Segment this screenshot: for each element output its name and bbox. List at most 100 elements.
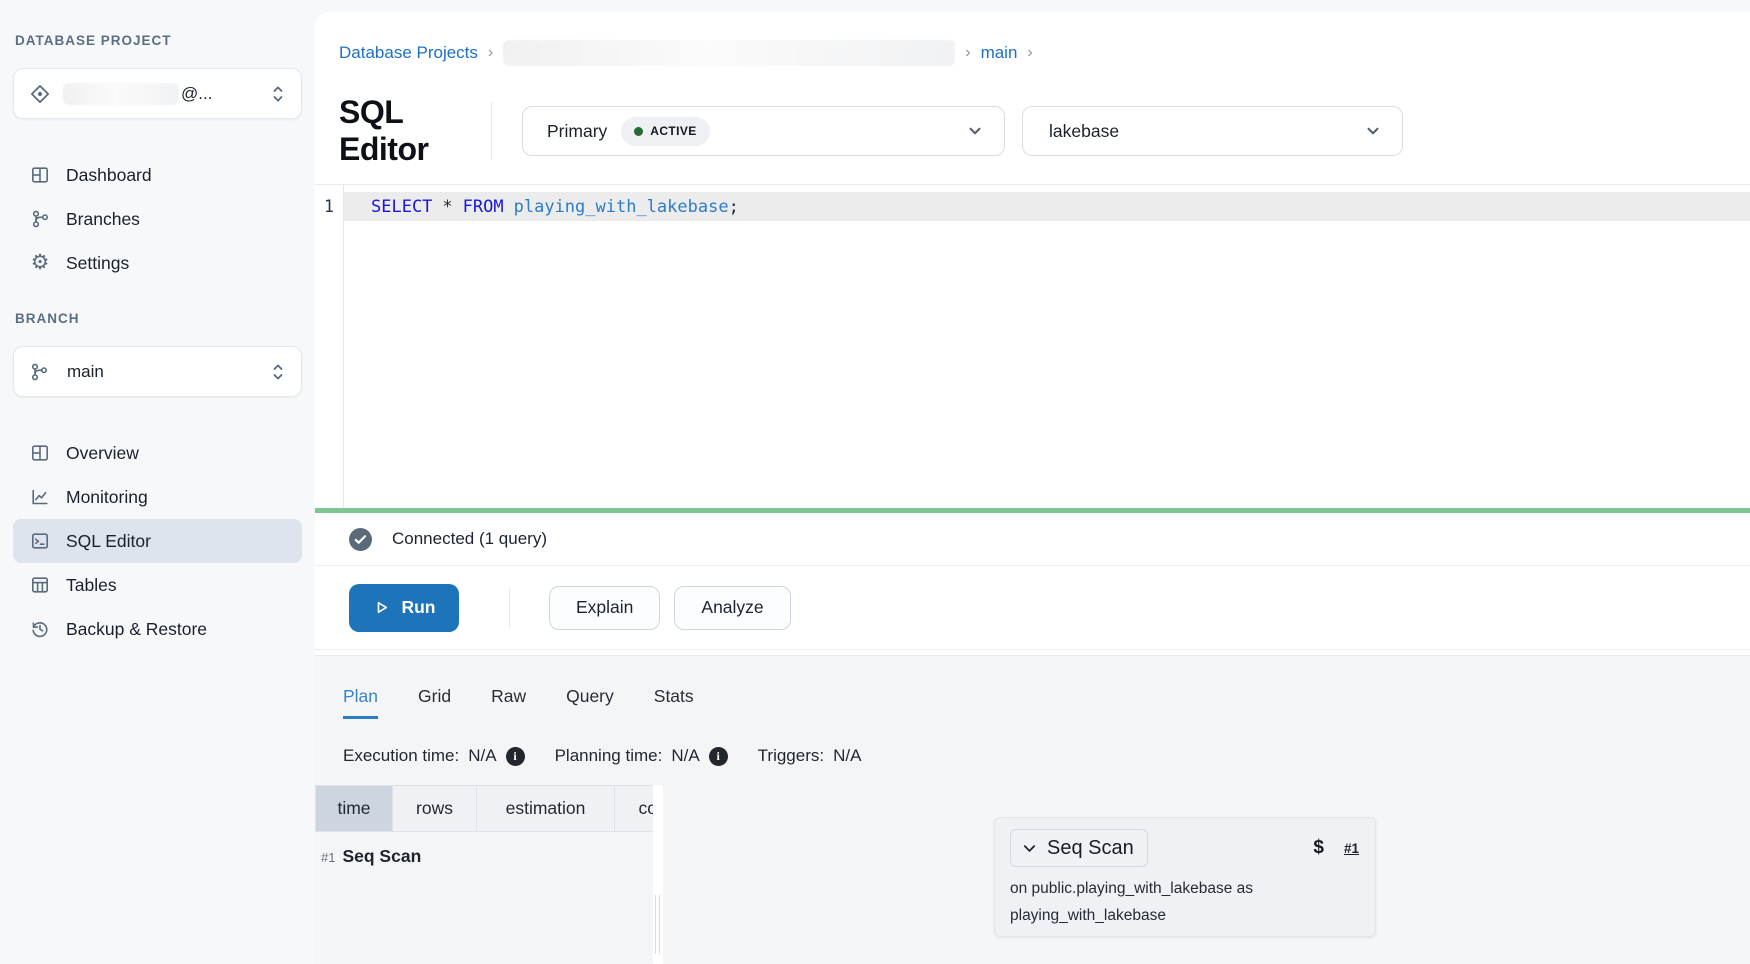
connection-status-text: Connected (1 query) (392, 529, 547, 549)
run-button[interactable]: Run (349, 584, 459, 632)
column-header-estimation[interactable]: estimation (477, 785, 615, 832)
results-panel: Plan Grid Raw Query Stats Execution time… (315, 655, 1750, 964)
analyze-button[interactable]: Analyze (674, 586, 790, 630)
breadcrumb-separator: › (488, 44, 493, 62)
database-name: lakebase (1049, 121, 1119, 142)
column-header-rows[interactable]: rows (393, 785, 477, 832)
breadcrumb-database-projects-link[interactable]: Database Projects (339, 43, 478, 63)
panel-resizer-handle[interactable] (653, 785, 663, 964)
endpoint-status-badge: ACTIVE (621, 117, 709, 146)
plan-node-row[interactable]: #1 Seq Scan (315, 832, 653, 867)
play-icon (372, 598, 391, 617)
metric-value: N/A (671, 746, 699, 766)
sidebar-item-dashboard[interactable]: Dashboard (13, 153, 302, 197)
sql-keyword: SELECT (371, 197, 432, 217)
info-icon[interactable]: i (709, 747, 728, 766)
plan-node-index: #1 (321, 850, 335, 865)
sidebar-item-label: Backup & Restore (66, 619, 207, 640)
line-number: 1 (315, 197, 343, 216)
sidebar-item-label: Tables (66, 575, 117, 596)
sidebar-item-label: Settings (66, 253, 129, 274)
backup-restore-icon (30, 619, 50, 639)
code-line-1[interactable]: 1 SELECT * FROM playing_with_lakebase ; (315, 192, 1750, 221)
database-dropdown[interactable]: lakebase (1022, 106, 1403, 156)
query-actions-toolbar: Run Explain Analyze (315, 566, 1750, 650)
metric-value: N/A (468, 746, 496, 766)
run-button-label: Run (401, 597, 435, 618)
sidebar: DATABASE PROJECT @... (0, 0, 315, 964)
code-line-content[interactable]: SELECT * FROM playing_with_lakebase ; (343, 192, 1750, 221)
metric-label: Planning time: (555, 746, 663, 766)
sidebar-item-label: Dashboard (66, 165, 152, 186)
sql-star: * (442, 197, 452, 217)
plan-metrics-row: Execution time: N/A i Planning time: N/A… (315, 719, 1750, 769)
node-ref-link[interactable]: #1 (1344, 841, 1359, 856)
results-tabs: Plan Grid Raw Query Stats (315, 656, 1750, 719)
column-header-cost[interactable]: cost (615, 785, 653, 832)
plan-table-header: time rows estimation cost (315, 785, 653, 832)
node-collapse-toggle[interactable]: Seq Scan (1010, 829, 1148, 867)
node-title: Seq Scan (1047, 837, 1134, 860)
tab-stats[interactable]: Stats (654, 686, 694, 719)
app: DATABASE PROJECT @... (0, 0, 1750, 964)
sidebar-item-sql-editor[interactable]: SQL Editor (13, 519, 302, 563)
unfold-chevrons-icon (269, 83, 287, 105)
monitoring-icon (30, 487, 50, 507)
breadcrumb: Database Projects › › main › (315, 12, 1750, 66)
node-card-header: Seq Scan $ #1 (1010, 829, 1359, 867)
breadcrumb-redacted-project-link[interactable] (503, 40, 955, 66)
branch-selector-value: main (67, 362, 104, 382)
sidebar-item-overview[interactable]: Overview (13, 431, 302, 475)
sidebar-item-backup-restore[interactable]: Backup & Restore (13, 607, 302, 651)
plan-split-view: time rows estimation cost #1 Seq Scan (315, 785, 1750, 964)
sql-table-identifier: playing_with_lakebase (514, 197, 729, 217)
sidebar-item-tables[interactable]: Tables (13, 563, 302, 607)
endpoint-status-text: ACTIVE (650, 124, 696, 138)
plan-table-panel: time rows estimation cost #1 Seq Scan (315, 785, 653, 964)
cost-indicator: $ (1313, 837, 1324, 859)
overview-icon (30, 443, 50, 463)
sql-code-editor[interactable]: 1 SELECT * FROM playing_with_lakebase ; (315, 184, 1750, 508)
sidebar-item-settings[interactable]: ⚙ Settings (13, 241, 302, 285)
active-status-dot (634, 127, 643, 136)
gutter-separator (343, 185, 344, 508)
sidebar-item-monitoring[interactable]: Monitoring (13, 475, 302, 519)
dashboard-icon (30, 165, 50, 185)
tables-icon (30, 575, 50, 595)
branch-section-label: BRANCH (15, 311, 302, 326)
chevron-down-icon (1021, 840, 1038, 857)
endpoint-dropdown[interactable]: Primary ACTIVE (522, 106, 1005, 156)
project-selector[interactable]: @... (13, 68, 302, 119)
sidebar-item-branches[interactable]: Branches (13, 197, 302, 241)
branch-selector[interactable]: main (13, 346, 302, 397)
main-area: Database Projects › › main › SQL Editor … (315, 0, 1750, 964)
metric-label: Triggers: (758, 746, 824, 766)
breadcrumb-separator: › (1027, 44, 1032, 62)
toolbar-divider (509, 588, 510, 628)
plan-diagram-panel[interactable]: Seq Scan $ #1 on public.playing_with_lak… (663, 785, 1750, 964)
seq-scan-node-card[interactable]: Seq Scan $ #1 on public.playing_with_lak… (994, 817, 1376, 937)
resizer-grip (655, 895, 660, 954)
check-circle-icon (349, 528, 372, 551)
column-header-time[interactable]: time (315, 785, 393, 832)
node-detail-text: on public.playing_with_lakebase as playi… (1010, 875, 1359, 929)
plan-node-name: Seq Scan (342, 846, 421, 867)
sql-semicolon: ; (729, 197, 739, 217)
crosshair-diamond-icon (29, 83, 51, 105)
gear-icon: ⚙ (30, 253, 50, 273)
explain-button[interactable]: Explain (549, 586, 660, 630)
project-name-suffix: @... (181, 84, 212, 104)
metric-value: N/A (833, 746, 861, 766)
triggers-metric: Triggers: N/A (758, 746, 862, 766)
tab-plan[interactable]: Plan (343, 686, 378, 719)
info-icon[interactable]: i (506, 747, 525, 766)
project-nav: Dashboard Branches ⚙ Settings (13, 153, 302, 285)
header-divider (491, 102, 492, 160)
node-detail-line: on public.playing_with_lakebase as (1010, 875, 1359, 902)
tab-grid[interactable]: Grid (418, 686, 451, 719)
chevron-down-icon (1364, 122, 1382, 140)
breadcrumb-branch-link[interactable]: main (981, 43, 1018, 63)
tab-query[interactable]: Query (566, 686, 614, 719)
tab-raw[interactable]: Raw (491, 686, 526, 719)
sql-editor-icon (30, 531, 50, 551)
